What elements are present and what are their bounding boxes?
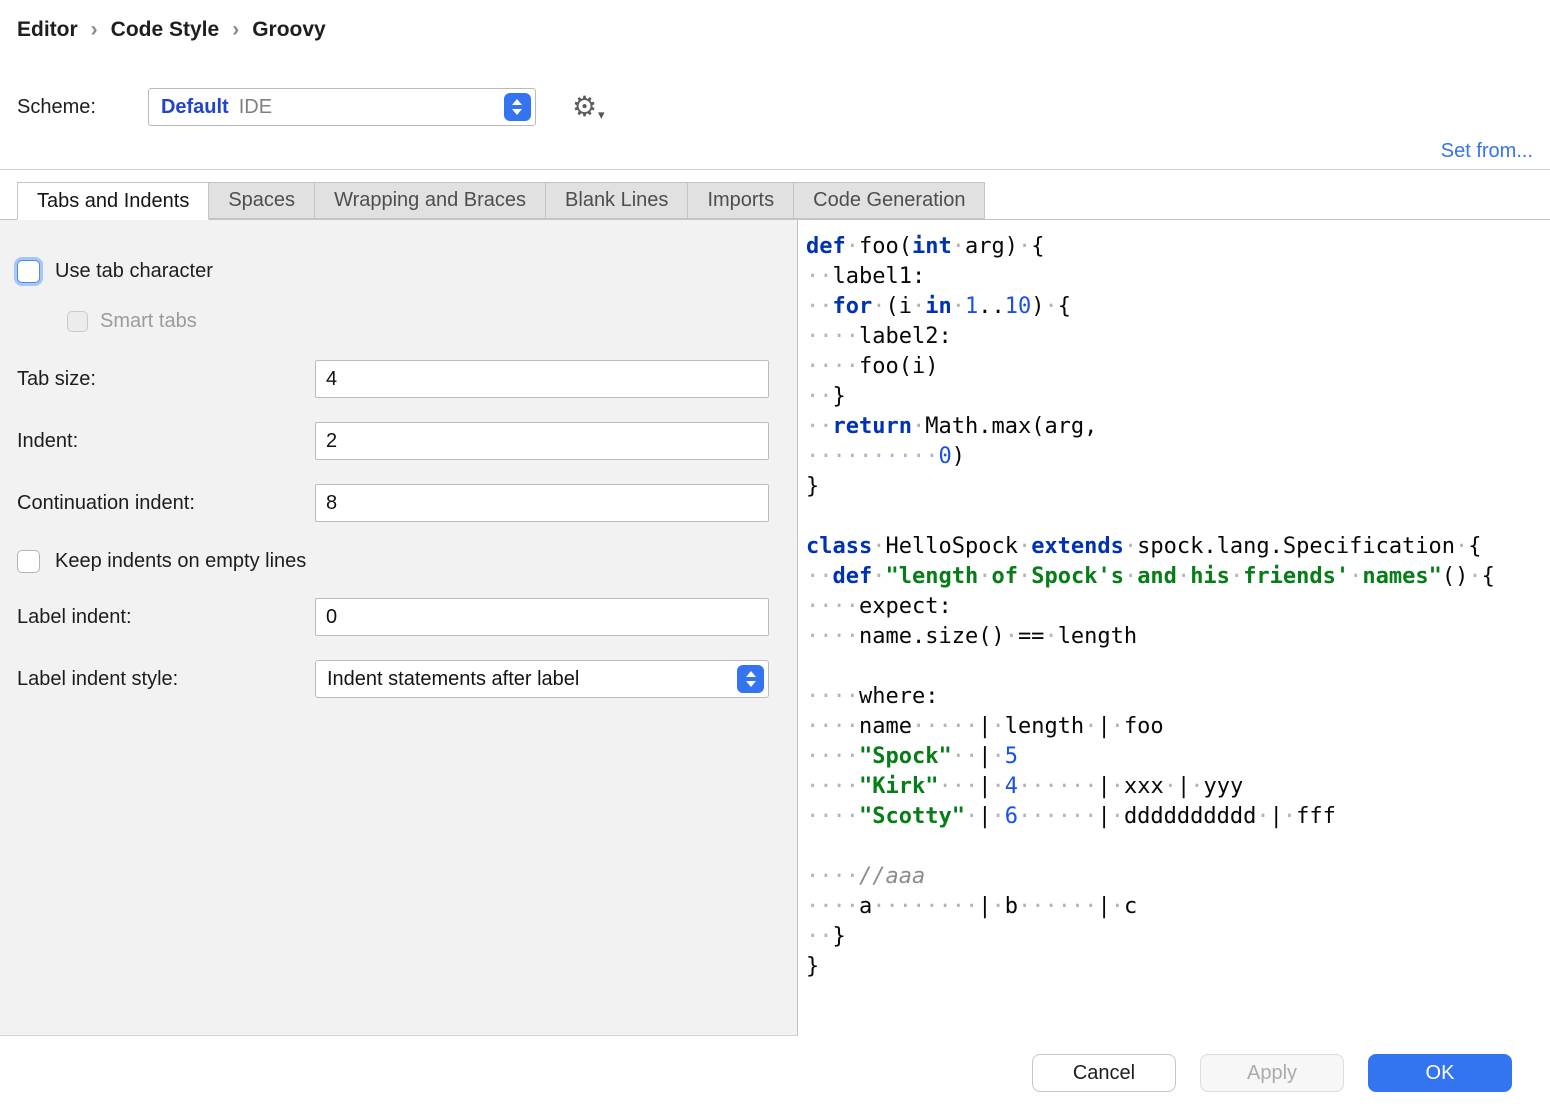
label-indent-style-label: Label indent style: xyxy=(17,668,315,691)
header: Editor › Code Style › Groovy Scheme: Def… xyxy=(0,0,1550,170)
keep-indents-label: Keep indents on empty lines xyxy=(55,550,306,573)
use-tab-character-checkbox[interactable] xyxy=(17,260,40,283)
code-line: ··def·"length·of·Spock's·and·his·friends… xyxy=(806,562,1550,592)
settings-window: Editor › Code Style › Groovy Scheme: Def… xyxy=(0,0,1550,1110)
tab-bar: Tabs and IndentsSpacesWrapping and Brace… xyxy=(0,182,1550,220)
indent-input[interactable] xyxy=(315,422,769,460)
code-line: ····name.size()·==·length xyxy=(806,622,1550,652)
code-line: ····//aaa xyxy=(806,862,1550,892)
breadcrumb-item-groovy: Groovy xyxy=(252,18,326,42)
tab-tabs-and-indents[interactable]: Tabs and Indents xyxy=(17,182,209,220)
indent-row: Indent: xyxy=(17,422,769,460)
settings-form-panel: Use tab character Smart tabs Tab size: I… xyxy=(0,220,798,1036)
tab-size-input[interactable] xyxy=(315,360,769,398)
cancel-button[interactable]: Cancel xyxy=(1032,1054,1176,1092)
scheme-label: Scheme: xyxy=(17,96,96,119)
content: Use tab character Smart tabs Tab size: I… xyxy=(0,220,1550,1036)
set-from-link[interactable]: Set from... xyxy=(1441,140,1533,163)
tab-size-row: Tab size: xyxy=(17,360,769,398)
chevron-up-icon xyxy=(746,671,756,677)
code-line: ····name·····|·length·|·foo xyxy=(806,712,1550,742)
code-line: } xyxy=(806,472,1550,502)
continuation-indent-input[interactable] xyxy=(315,484,769,522)
keep-indents-checkbox[interactable] xyxy=(17,550,40,573)
tab-spaces[interactable]: Spaces xyxy=(209,182,315,219)
code-line: class·HelloSpock·extends·spock.lang.Spec… xyxy=(806,532,1550,562)
keep-indents-row: Keep indents on empty lines xyxy=(17,546,769,576)
scheme-value: Default xyxy=(161,96,229,119)
code-line xyxy=(806,832,1550,862)
code-line: ··for·(i·in·1..10)·{ xyxy=(806,292,1550,322)
code-line: ····foo(i) xyxy=(806,352,1550,382)
scheme-actions-button[interactable]: ⚙ ▾ xyxy=(572,93,605,121)
code-line: ····"Spock"··|·5 xyxy=(806,742,1550,772)
code-line: } xyxy=(806,952,1550,982)
label-indent-style-select[interactable]: Indent statements after label xyxy=(315,660,769,698)
continuation-indent-label: Continuation indent: xyxy=(17,492,315,515)
chevron-down-icon: ▾ xyxy=(598,108,605,121)
label-indent-input[interactable] xyxy=(315,598,769,636)
breadcrumb-separator-icon: › xyxy=(91,18,98,42)
use-tab-character-row: Use tab character xyxy=(17,256,769,286)
code-line: ··········0) xyxy=(806,442,1550,472)
tab-wrapping-and-braces[interactable]: Wrapping and Braces xyxy=(315,182,546,219)
breadcrumb-separator-icon: › xyxy=(232,18,239,42)
code-line: ····where: xyxy=(806,682,1550,712)
code-line: ····label2: xyxy=(806,322,1550,352)
tab-code-generation[interactable]: Code Generation xyxy=(794,182,985,219)
code-line: ····a········|·b······|·c xyxy=(806,892,1550,922)
label-indent-style-row: Label indent style: Indent statements af… xyxy=(17,660,769,698)
chevron-down-icon xyxy=(512,109,522,115)
smart-tabs-row: Smart tabs xyxy=(67,308,769,334)
code-line: ··} xyxy=(806,382,1550,412)
indent-label: Indent: xyxy=(17,430,315,453)
continuation-indent-row: Continuation indent: xyxy=(17,484,769,522)
footer: Cancel Apply OK xyxy=(0,1036,1550,1110)
use-tab-character-label: Use tab character xyxy=(55,260,213,283)
smart-tabs-label: Smart tabs xyxy=(100,310,197,333)
chevron-down-icon xyxy=(746,681,756,687)
code-line: ····"Kirk"···|·4······|·xxx·|·yyy xyxy=(806,772,1550,802)
tab-imports[interactable]: Imports xyxy=(688,182,794,219)
smart-tabs-checkbox xyxy=(67,311,88,332)
label-indent-label: Label indent: xyxy=(17,606,315,629)
label-indent-row: Label indent: xyxy=(17,598,769,636)
breadcrumb: Editor › Code Style › Groovy xyxy=(17,18,326,42)
code-line: ··label1: xyxy=(806,262,1550,292)
combo-stepper-icon xyxy=(504,93,531,121)
combo-stepper-icon xyxy=(737,665,764,693)
code-line: ··return·Math.max(arg, xyxy=(806,412,1550,442)
code-line: ····"Scotty"·|·6······|·dddddddddd·|·fff xyxy=(806,802,1550,832)
scheme-select[interactable]: Default IDE xyxy=(148,88,536,126)
chevron-up-icon xyxy=(512,99,522,105)
code-preview[interactable]: def·foo(int·arg)·{··label1:··for·(i·in·1… xyxy=(798,220,1550,1036)
scheme-value-suffix: IDE xyxy=(239,96,272,119)
gear-icon: ⚙ xyxy=(572,93,597,121)
breadcrumb-item-editor[interactable]: Editor xyxy=(17,18,78,42)
code-line xyxy=(806,502,1550,532)
ok-button[interactable]: OK xyxy=(1368,1054,1512,1092)
tab-blank-lines[interactable]: Blank Lines xyxy=(546,182,688,219)
apply-button[interactable]: Apply xyxy=(1200,1054,1344,1092)
code-line xyxy=(806,652,1550,682)
scheme-row: Scheme: Default IDE ⚙ ▾ xyxy=(17,88,605,126)
tab-size-label: Tab size: xyxy=(17,368,315,391)
breadcrumb-item-code-style[interactable]: Code Style xyxy=(111,18,220,42)
label-indent-style-value: Indent statements after label xyxy=(327,668,579,691)
code-line: def·foo(int·arg)·{ xyxy=(806,232,1550,262)
code-line: ··} xyxy=(806,922,1550,952)
code-line: ····expect: xyxy=(806,592,1550,622)
